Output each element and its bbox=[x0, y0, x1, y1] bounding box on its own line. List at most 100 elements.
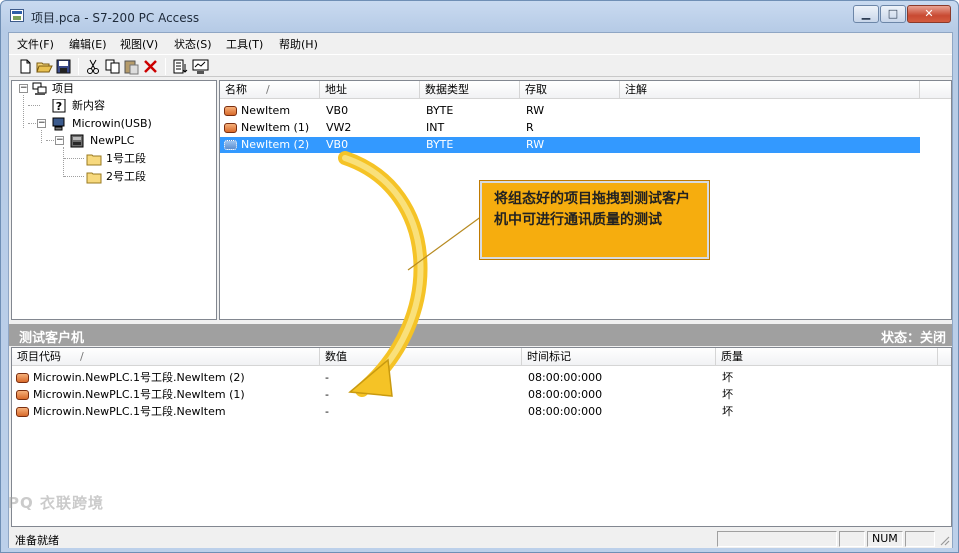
column-header-comment[interactable]: 注解 bbox=[620, 81, 920, 99]
cell-timestamp: 08:00:00:000 bbox=[528, 405, 603, 418]
item-icon bbox=[16, 373, 29, 383]
save-icon[interactable] bbox=[55, 58, 72, 75]
folder-icon bbox=[86, 154, 102, 166]
collapse-icon[interactable]: − bbox=[55, 136, 64, 145]
new-file-icon[interactable] bbox=[17, 58, 34, 75]
column-header-quality[interactable]: 质量 bbox=[716, 348, 938, 366]
collapse-icon[interactable]: − bbox=[19, 84, 28, 93]
num-lock-indicator: NUM bbox=[867, 531, 903, 547]
column-header-address[interactable]: 地址 bbox=[320, 81, 420, 99]
column-header-value[interactable]: 数值 bbox=[320, 348, 522, 366]
project-icon bbox=[32, 82, 47, 95]
test-client-header: 测试客户机 状态：关闭 bbox=[9, 324, 952, 346]
toolbar bbox=[9, 54, 952, 77]
client-area: 文件(F) 编辑(E) 视图(V) 状态(S) 工具(T) 帮助(H) − 项目… bbox=[8, 32, 953, 548]
status-panel bbox=[717, 531, 837, 547]
menu-file[interactable]: 文件(F) bbox=[17, 36, 54, 52]
status-panel bbox=[839, 531, 865, 547]
menu-status[interactable]: 状态(S) bbox=[174, 36, 212, 52]
cell-address: VB0 bbox=[326, 138, 349, 151]
test-client-icon[interactable] bbox=[192, 58, 209, 75]
cell-name: NewItem bbox=[241, 104, 291, 117]
cell-access: RW bbox=[526, 104, 545, 117]
app-icon bbox=[10, 9, 24, 22]
tree-label-new-content: 新内容 bbox=[72, 99, 105, 112]
test-client-title: 测试客户机 bbox=[19, 331, 85, 346]
column-header-item-code[interactable]: 项目代码 / bbox=[12, 348, 320, 366]
cell-access: RW bbox=[526, 138, 545, 151]
cell-quality: 坏 bbox=[722, 371, 733, 384]
column-header-filler bbox=[938, 348, 951, 366]
table-row[interactable]: NewItem VB0 BYTE RW bbox=[220, 103, 920, 119]
title-bar[interactable]: 项目.pca - S7-200 PC Access ▁ □ ✕ bbox=[1, 1, 958, 32]
item-icon bbox=[16, 407, 29, 417]
cell-name: NewItem (1) bbox=[241, 121, 310, 134]
resize-grip-icon[interactable] bbox=[938, 534, 950, 546]
item-icon bbox=[16, 390, 29, 400]
cell-item-code: Microwin.NewPLC.1号工段.NewItem bbox=[33, 405, 226, 418]
toolbar-separator bbox=[78, 58, 79, 75]
item-icon bbox=[224, 140, 237, 150]
question-icon: ? bbox=[52, 99, 66, 113]
plc-icon bbox=[70, 134, 84, 148]
menu-tools[interactable]: 工具(T) bbox=[226, 36, 263, 52]
table-row-selected[interactable]: NewItem (2) VB0 BYTE RW bbox=[220, 137, 920, 153]
table-row[interactable]: Microwin.NewPLC.1号工段.NewItem - 08:00:00:… bbox=[12, 404, 947, 420]
tree-label-project: 项目 bbox=[52, 82, 74, 95]
cell-address: VB0 bbox=[326, 104, 349, 117]
status-bar: 准备就绪 NUM bbox=[9, 529, 952, 548]
table-row[interactable]: NewItem (1) VW2 INT R bbox=[220, 120, 920, 136]
tree-label-plc: NewPLC bbox=[90, 134, 135, 147]
column-header-filler bbox=[920, 81, 951, 99]
cell-quality: 坏 bbox=[722, 388, 733, 401]
test-client-status: 状态：关闭 bbox=[880, 331, 946, 346]
tree-label-folder: 2号工段 bbox=[106, 170, 146, 183]
cell-item-code: Microwin.NewPLC.1号工段.NewItem (2) bbox=[33, 371, 245, 384]
close-button[interactable]: ✕ bbox=[907, 5, 951, 23]
column-header-access[interactable]: 存取 bbox=[520, 81, 620, 99]
menu-bar: 文件(F) 编辑(E) 视图(V) 状态(S) 工具(T) 帮助(H) bbox=[9, 33, 952, 53]
status-text: 准备就绪 bbox=[15, 534, 59, 547]
cell-item-code: Microwin.NewPLC.1号工段.NewItem (1) bbox=[33, 388, 245, 401]
cell-value: - bbox=[325, 405, 329, 418]
folder-icon bbox=[86, 172, 102, 184]
window-title: 项目.pca - S7-200 PC Access bbox=[31, 11, 200, 25]
column-header-type[interactable]: 数据类型 bbox=[420, 81, 520, 99]
item-icon bbox=[224, 106, 237, 116]
menu-help[interactable]: 帮助(H) bbox=[279, 36, 318, 52]
status-panel bbox=[905, 531, 935, 547]
delete-icon[interactable] bbox=[142, 58, 159, 75]
minimize-button[interactable]: ▁ bbox=[853, 5, 879, 23]
cut-icon[interactable] bbox=[85, 58, 102, 75]
copy-icon[interactable] bbox=[104, 58, 121, 75]
table-row[interactable]: Microwin.NewPLC.1号工段.NewItem (2) - 08:00… bbox=[12, 370, 947, 386]
cell-access: R bbox=[526, 121, 534, 134]
test-client-list[interactable]: 项目代码 / 数值 时间标记 质量 Microwin.NewPLC.1号工段.N… bbox=[11, 347, 952, 527]
table-row[interactable]: Microwin.NewPLC.1号工段.NewItem (1) - 08:00… bbox=[12, 387, 947, 403]
cell-value: - bbox=[325, 388, 329, 401]
cell-value: - bbox=[325, 371, 329, 384]
sort-indicator-icon: / bbox=[266, 83, 270, 96]
open-folder-icon[interactable] bbox=[36, 58, 53, 75]
cell-timestamp: 08:00:00:000 bbox=[528, 388, 603, 401]
tree-label-connection: Microwin(USB) bbox=[72, 117, 152, 130]
menu-view[interactable]: 视图(V) bbox=[120, 36, 158, 52]
collapse-icon[interactable]: − bbox=[37, 119, 46, 128]
cell-type: BYTE bbox=[426, 138, 454, 151]
menu-edit[interactable]: 编辑(E) bbox=[69, 36, 107, 52]
add-item-icon[interactable] bbox=[172, 58, 189, 75]
cell-address: VW2 bbox=[326, 121, 352, 134]
column-header-timestamp[interactable]: 时间标记 bbox=[522, 348, 716, 366]
toolbar-separator bbox=[165, 58, 166, 75]
callout-box: 将组态好的项目拖拽到测试客户机中可进行通讯质量的测试 bbox=[479, 180, 710, 260]
watermark: PQ 衣联跨境 bbox=[8, 494, 104, 512]
sort-indicator-icon: / bbox=[80, 350, 84, 363]
paste-icon[interactable] bbox=[123, 58, 140, 75]
cell-timestamp: 08:00:00:000 bbox=[528, 371, 603, 384]
callout-text: 将组态好的项目拖拽到测试客户机中可进行通讯质量的测试 bbox=[494, 191, 690, 228]
column-header-name[interactable]: 名称 / bbox=[220, 81, 320, 99]
main-window: 项目.pca - S7-200 PC Access ▁ □ ✕ 文件(F) 编辑… bbox=[0, 0, 959, 553]
project-tree[interactable]: − 项目 ? 新内容 − Microwin(USB) − NewPLC 1号工段… bbox=[11, 80, 217, 320]
computer-icon bbox=[52, 117, 65, 131]
maximize-button[interactable]: □ bbox=[880, 5, 906, 23]
